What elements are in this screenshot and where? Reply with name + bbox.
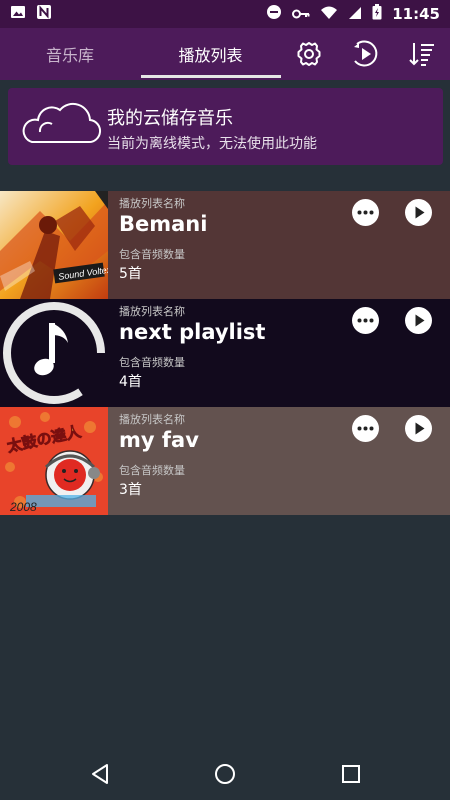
header-bar: 音乐库 播放列表 xyxy=(0,28,450,80)
playlist-count-label: 包含音频数量 xyxy=(119,248,185,261)
wifi-icon xyxy=(320,5,338,24)
more-options-button[interactable] xyxy=(352,415,379,442)
home-icon[interactable] xyxy=(213,762,237,786)
playlist-count: 4首 xyxy=(119,374,142,390)
dnd-icon xyxy=(266,4,282,24)
recents-icon[interactable] xyxy=(339,762,363,786)
playlist-name-label: 播放列表名称 xyxy=(119,413,185,426)
tab-indicator xyxy=(141,75,281,78)
sort-icon[interactable] xyxy=(404,36,440,72)
tab-playlists[interactable]: 播放列表 xyxy=(140,28,281,80)
playlist-item[interactable]: 太鼓の達人 2008 播放列表名称 my fav 包含音频数量 3首 xyxy=(0,407,450,515)
playlist-count-label: 包含音频数量 xyxy=(119,356,185,369)
cloud-subtitle: 当前为离线模式，无法使用此功能 xyxy=(107,136,317,152)
playlist-cover-note xyxy=(0,299,108,407)
settings-icon[interactable] xyxy=(291,36,327,72)
play-circle-icon[interactable] xyxy=(347,36,383,72)
n-icon xyxy=(36,4,52,24)
navigation-bar xyxy=(0,748,450,800)
cloud-title: 我的云储存音乐 xyxy=(107,108,233,129)
tab-label: 播放列表 xyxy=(178,46,243,65)
play-button[interactable] xyxy=(405,307,432,334)
playlist-name: next playlist xyxy=(119,320,266,344)
tab-label: 音乐库 xyxy=(45,46,94,65)
playlist-count-label: 包含音频数量 xyxy=(119,464,185,477)
more-icon xyxy=(357,210,374,215)
playlist-cover-taiko: 太鼓の達人 2008 xyxy=(0,407,108,515)
more-icon xyxy=(357,318,374,323)
playlist-name: Bemani xyxy=(119,212,208,236)
signal-icon xyxy=(348,5,362,24)
playlist-item[interactable]: 播放列表名称 next playlist 包含音频数量 4首 xyxy=(0,299,450,407)
status-time: 11:45 xyxy=(392,5,440,23)
play-icon xyxy=(415,314,425,327)
play-icon xyxy=(415,422,425,435)
playlist-name-label: 播放列表名称 xyxy=(119,305,185,318)
play-icon xyxy=(415,206,425,219)
playlist-cover-bemani: Sound Voltex / Dance Mania xyxy=(0,191,108,299)
play-button[interactable] xyxy=(405,415,432,442)
key-icon xyxy=(292,5,310,24)
tab-music-library[interactable]: 音乐库 xyxy=(0,28,140,80)
playlist-name: my fav xyxy=(119,428,199,452)
playlist-count: 5首 xyxy=(119,266,142,282)
playlist-item[interactable]: Sound Voltex / Dance Mania 播放列表名称 Bemani… xyxy=(0,191,450,299)
playlist-name-label: 播放列表名称 xyxy=(119,197,185,210)
back-icon[interactable] xyxy=(88,762,112,786)
play-button[interactable] xyxy=(405,199,432,226)
status-bar: 11:45 xyxy=(0,0,450,28)
cloud-icon xyxy=(18,98,102,150)
image-icon xyxy=(10,4,26,24)
more-options-button[interactable] xyxy=(352,307,379,334)
svg-text:2008: 2008 xyxy=(9,500,37,514)
more-options-button[interactable] xyxy=(352,199,379,226)
more-icon xyxy=(357,426,374,431)
battery-icon xyxy=(372,4,382,24)
cloud-storage-card[interactable]: 我的云储存音乐 当前为离线模式，无法使用此功能 xyxy=(8,88,443,165)
playlist-count: 3首 xyxy=(119,482,142,498)
